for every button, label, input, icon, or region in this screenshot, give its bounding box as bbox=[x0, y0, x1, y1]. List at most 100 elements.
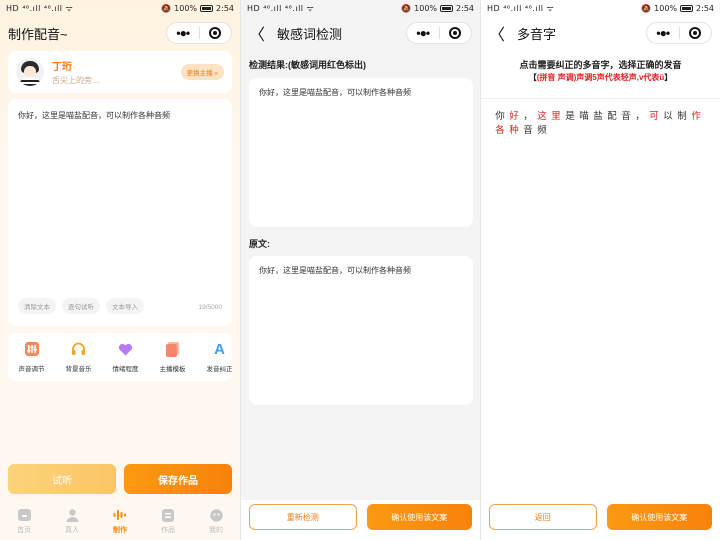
polyphone-char[interactable]: 里 bbox=[549, 110, 563, 124]
status-bar: HD ⁴⁶.ıll ⁴⁶.ıll ᯤ 🔕 100% 2:54 bbox=[487, 3, 714, 13]
person-icon bbox=[65, 508, 79, 522]
more-icon[interactable]: •●• bbox=[167, 26, 199, 40]
avatar bbox=[16, 58, 44, 86]
polyphone-char[interactable]: 各 bbox=[493, 124, 507, 138]
miniapp-capsule: •●• bbox=[406, 22, 472, 44]
tool-label: 声音调节 bbox=[18, 366, 45, 373]
tool-anchor-template[interactable]: 主播模板 bbox=[149, 333, 196, 381]
char: ， bbox=[635, 111, 645, 122]
navbar: 〈 敏感词检测 •●• bbox=[241, 18, 480, 48]
character-list: 你好，这里是喵盐配音，可以制作各种音频 bbox=[493, 110, 709, 138]
anchor-name: 丁珩 bbox=[52, 62, 72, 73]
headphones-icon bbox=[71, 341, 87, 357]
tab-real-person[interactable]: 真人 bbox=[48, 502, 96, 540]
anchor-subtitle: 舌尖上的旁… bbox=[52, 76, 100, 85]
polyphone-char[interactable]: 种 bbox=[507, 124, 521, 138]
more-icon[interactable]: •●• bbox=[647, 26, 679, 40]
clear-text-button[interactable]: 清除文本 bbox=[18, 298, 56, 314]
sentence-preview-button[interactable]: 逐句试听 bbox=[62, 298, 100, 314]
target-icon bbox=[209, 27, 222, 39]
text-editor[interactable]: 你好，这里是喵盐配音，可以制作各种音频 清除文本 逐句试听 文本导入 19/50… bbox=[8, 99, 232, 326]
make-dubbing-screen: HD ⁴⁶.ıll ⁴⁶.ıll ᯤ 🔕 100% 2:54 制作配音~ •●•… bbox=[0, 0, 240, 540]
polyphone-screen: HD ⁴⁶.ıll ⁴⁶.ıll ᯤ 🔕 100% 2:54 〈 多音字 •●•… bbox=[480, 0, 720, 540]
battery-icon bbox=[200, 4, 214, 12]
change-anchor-button[interactable]: 更换主播 » bbox=[180, 64, 224, 80]
tool-voice-adjust[interactable]: 声音调节 bbox=[8, 333, 55, 381]
result-label: 检测结果:(敏感词用红色标出) bbox=[249, 60, 366, 70]
mute-icon: 🔕 bbox=[401, 3, 412, 13]
status-bar: HD ⁴⁶.ıll ⁴⁶.ıll ᯤ 🔕 100% 2:54 bbox=[0, 0, 240, 16]
tool-label: 主播模板 bbox=[159, 366, 186, 373]
char: 音 bbox=[621, 111, 631, 122]
waveform-icon bbox=[113, 508, 127, 522]
original-label: 原文: bbox=[249, 239, 270, 249]
polyphone-char[interactable]: 好 bbox=[507, 110, 521, 124]
tool-label: 背景音乐 bbox=[65, 366, 92, 373]
char: 是 bbox=[565, 111, 575, 122]
tool-background-music[interactable]: 背景音乐 bbox=[55, 333, 102, 381]
confirm-text-button[interactable]: 确认使用该文案 bbox=[366, 504, 472, 530]
polyphone-char[interactable]: 可 bbox=[647, 110, 661, 124]
more-icon[interactable]: •●• bbox=[407, 26, 439, 40]
char: 配 bbox=[607, 111, 617, 122]
miniapp-capsule: •●• bbox=[646, 22, 712, 44]
mute-icon: 🔕 bbox=[161, 3, 172, 13]
polyphone-char[interactable]: 作 bbox=[689, 110, 703, 124]
tab-mine[interactable]: 我的 bbox=[192, 502, 240, 540]
sliders-icon bbox=[24, 341, 40, 357]
heart-icon bbox=[118, 341, 134, 357]
char: 频 bbox=[537, 125, 547, 136]
result-text: 你好，这里是喵盐配音，可以制作各种音频 bbox=[259, 88, 411, 97]
back-icon[interactable]: 〈 bbox=[249, 21, 271, 45]
letter-a-icon: A bbox=[214, 340, 225, 358]
battery-icon bbox=[680, 4, 694, 12]
mute-icon: 🔕 bbox=[641, 3, 652, 13]
close-miniapp-button[interactable] bbox=[200, 27, 232, 39]
sensitive-word-screen: HD ⁴⁶.ıll ⁴⁶.ıll ᯤ 🔕 100% 2:54 〈 敏感词检测 •… bbox=[240, 0, 480, 540]
char: 制 bbox=[677, 111, 687, 122]
tool-label: 情绪程度 bbox=[112, 366, 139, 373]
back-icon[interactable]: 〈 bbox=[489, 21, 511, 45]
char: 以 bbox=[663, 111, 673, 122]
return-button[interactable]: 返回 bbox=[489, 504, 597, 530]
miniapp-capsule: •●• bbox=[166, 22, 232, 44]
char-counter: 19/5000 bbox=[198, 304, 223, 311]
instruction-text: 点击需要纠正的多音字，选择正确的发音 bbox=[519, 60, 682, 70]
close-miniapp-button[interactable] bbox=[440, 27, 472, 39]
char: 音 bbox=[523, 125, 533, 136]
page-title: 多音字 bbox=[517, 26, 557, 42]
tool-label: 发音纠正 bbox=[206, 366, 233, 373]
list-icon bbox=[161, 508, 175, 522]
clock: 2:54 bbox=[216, 3, 234, 13]
tab-make[interactable]: 制作 bbox=[96, 502, 144, 540]
home-icon bbox=[17, 508, 31, 522]
tab-home[interactable]: 首页 bbox=[0, 502, 48, 540]
navbar: 〈 多音字 •●• bbox=[481, 18, 720, 48]
original-text: 你好，这里是喵盐配音，可以制作各种音频 bbox=[259, 266, 411, 275]
tab-works[interactable]: 作品 bbox=[144, 502, 192, 540]
editor-text[interactable]: 你好，这里是喵盐配音，可以制作各种音频 bbox=[18, 110, 170, 121]
tool-emotion-level[interactable]: 情绪程度 bbox=[102, 333, 149, 381]
listen-button[interactable]: 试听 bbox=[8, 464, 116, 494]
redetect-button[interactable]: 重新检测 bbox=[249, 504, 357, 530]
page-title: 敏感词检测 bbox=[277, 26, 343, 42]
battery-percent: 100% bbox=[174, 3, 198, 13]
char: 喵 bbox=[579, 111, 589, 122]
result-box: 你好，这里是喵盐配音，可以制作各种音频 bbox=[249, 78, 473, 227]
action-bar: 重新检测 确认使用该文案 bbox=[241, 500, 480, 540]
import-text-button[interactable]: 文本导入 bbox=[106, 298, 144, 314]
confirm-text-button[interactable]: 确认使用该文案 bbox=[606, 504, 712, 530]
navbar: 制作配音~ •●• bbox=[0, 18, 240, 48]
tone-hint-red: (拼音 声调)声调5声代表轻声,v代表ü bbox=[536, 73, 665, 82]
close-miniapp-button[interactable] bbox=[680, 27, 712, 39]
anchor-card[interactable]: 丁珩 舌尖上的旁… 更换主播 » bbox=[8, 51, 232, 93]
target-icon bbox=[689, 27, 702, 39]
original-box: 你好，这里是喵盐配音，可以制作各种音频 bbox=[249, 256, 473, 405]
char: 你 bbox=[495, 111, 505, 122]
tool-pronunciation-fix[interactable]: A 发音纠正 bbox=[196, 333, 233, 381]
char: 盐 bbox=[593, 111, 603, 122]
char: ， bbox=[523, 111, 533, 122]
save-work-button[interactable]: 保存作品 bbox=[124, 464, 232, 494]
document-icon bbox=[165, 341, 181, 357]
polyphone-char[interactable]: 这 bbox=[535, 110, 549, 124]
